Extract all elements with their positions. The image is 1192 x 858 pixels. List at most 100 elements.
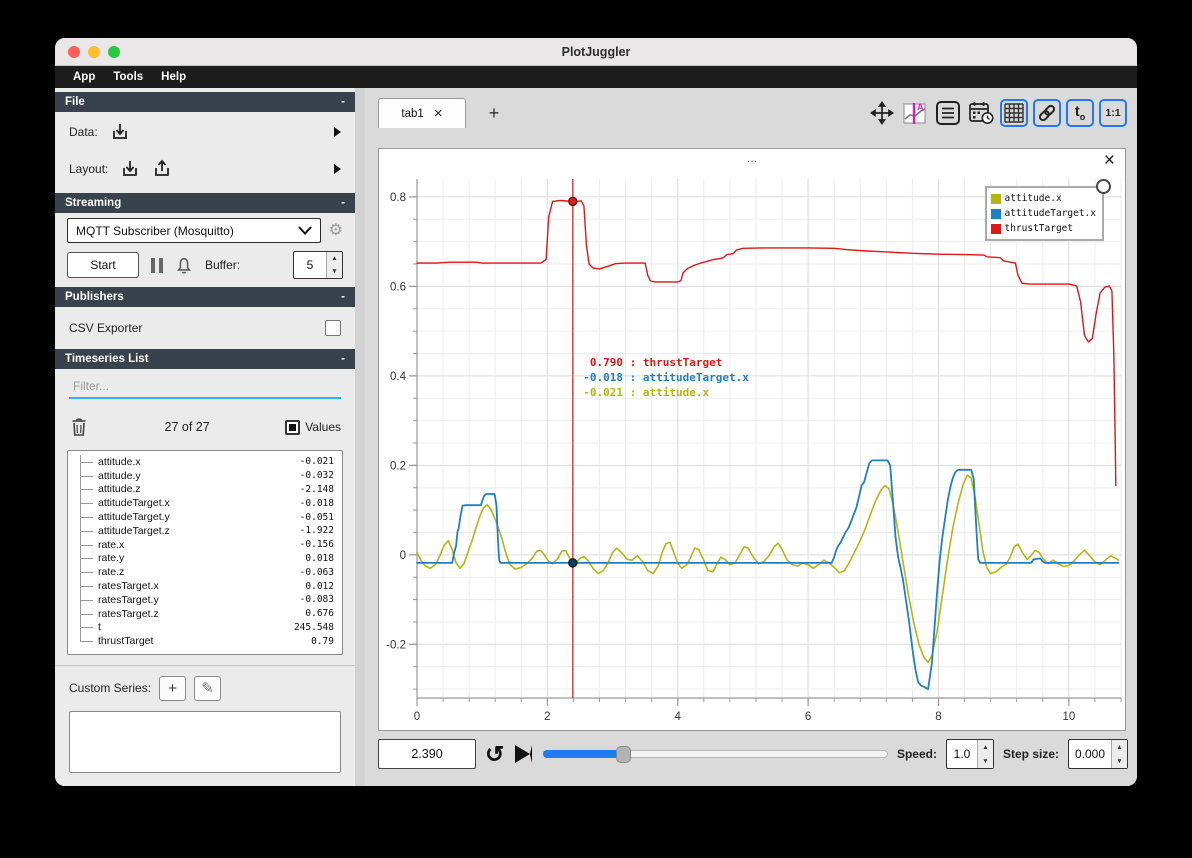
collapse-icon: - (341, 96, 345, 108)
timeseries-item[interactable]: attitude.z -2.148 (68, 482, 342, 497)
section-publishers-label: Publishers (65, 291, 124, 303)
timeseries-item[interactable]: attitudeTarget.x -0.018 (68, 496, 342, 510)
timeseries-item[interactable]: attitudeTarget.y -0.051 (68, 510, 342, 524)
start-streaming-button[interactable]: Start (67, 252, 139, 278)
legend-entry[interactable]: attitude.x (991, 191, 1096, 206)
chart-canvas[interactable]: 0 2 4 6 8 10 -0.2 0 0.2 0.4 0.6 0.8 (379, 173, 1127, 732)
save-layout-button[interactable] (152, 159, 172, 179)
custom-series-list[interactable] (69, 711, 341, 773)
link-icon (1038, 104, 1056, 122)
t0-icon: to (1074, 103, 1086, 122)
link-axes-button[interactable] (1033, 99, 1061, 127)
legend-entry[interactable]: attitudeTarget.x (991, 206, 1096, 221)
chart-legend[interactable]: attitude.x attitudeTarget.x thrustTarget (985, 179, 1111, 241)
calendar-clock-icon (968, 102, 993, 124)
step-down-arrow[interactable]: ▼ (1112, 754, 1127, 768)
plot-panel: ... × 0 2 4 6 8 10 -0.2 0 0.2 0.4 0.6 0.8 attitude.… (378, 148, 1126, 731)
trash-icon[interactable] (69, 416, 89, 438)
curve-style-button[interactable]: A (901, 99, 929, 127)
timeseries-item[interactable]: attitudeTarget.z -1.922 (68, 523, 342, 538)
step-size-spinbox[interactable]: 0.000 ▲ ▼ (1068, 739, 1128, 769)
timeseries-item[interactable]: rate.y 0.018 (68, 551, 342, 566)
layout-menu-arrow-icon[interactable] (334, 164, 341, 174)
edit-custom-series-button[interactable]: ✎ (194, 675, 222, 701)
time-origin-button[interactable]: to (1066, 99, 1094, 127)
grid-layout-button[interactable] (1000, 99, 1028, 127)
timeseries-item[interactable]: ratesTarget.y -0.083 (68, 592, 342, 607)
svg-text:6: 6 (805, 711, 811, 723)
section-header-publishers[interactable]: Publishers - (55, 287, 355, 307)
streaming-source-select[interactable]: MQTT Subscriber (Mosquitto) (67, 218, 321, 243)
sidebar-splitter[interactable] (355, 88, 365, 786)
values-toggle[interactable]: Values (285, 419, 341, 435)
timeseries-item[interactable]: attitude.x -0.021 (68, 455, 342, 469)
buffer-up-arrow[interactable]: ▲ (327, 252, 342, 265)
tab-close-icon[interactable]: × (434, 106, 443, 121)
timeseries-item[interactable]: thrustTarget 0.79 (68, 634, 342, 648)
timeseries-item[interactable]: attitude.y -0.032 (68, 468, 342, 483)
loop-button[interactable]: ↺ (485, 742, 504, 766)
buffer-down-arrow[interactable]: ▼ (327, 265, 342, 278)
data-menu-arrow-icon[interactable] (334, 127, 341, 137)
timeseries-item[interactable]: t 245.548 (68, 620, 342, 635)
speed-up-arrow[interactable]: ▲ (978, 740, 993, 754)
legend-drag-handle[interactable] (1096, 179, 1111, 194)
menu-help[interactable]: Help (153, 71, 194, 83)
slider-handle[interactable] (615, 746, 631, 763)
import-layout-icon (123, 161, 138, 176)
load-data-button[interactable] (110, 122, 130, 142)
time-slider[interactable] (543, 739, 888, 769)
tooltip-row: -0.018 : attitudeTarget.x (583, 371, 749, 384)
app-window: PlotJuggler App Tools Help File - Data: (55, 38, 1137, 786)
chevron-down-icon (297, 226, 312, 235)
data-list-button[interactable] (934, 99, 962, 127)
plot-toolbar: A to 1:1 (868, 98, 1127, 128)
pencil-icon: ✎ (201, 680, 214, 697)
notifications-bell-icon[interactable] (175, 256, 193, 275)
svg-text:0.6: 0.6 (390, 281, 406, 293)
list-icon (936, 101, 960, 125)
menu-tools[interactable]: Tools (105, 71, 151, 83)
speed-value: 1.0 (953, 747, 971, 761)
load-layout-button[interactable] (120, 159, 140, 179)
tooltip-row: 0.790 : thrustTarget (589, 356, 723, 369)
move-tool-button[interactable] (868, 99, 896, 127)
speed-spinbox[interactable]: 1.0 ▲ ▼ (945, 739, 994, 769)
section-file-label: File (65, 96, 85, 108)
svg-text:A: A (917, 102, 924, 112)
data-label: Data: (69, 125, 98, 139)
current-time-field[interactable]: 2.390 (378, 739, 476, 769)
csv-exporter-checkbox[interactable] (325, 320, 341, 336)
plot-close-button[interactable]: × (1104, 151, 1115, 170)
buffer-spinbox[interactable]: 5 ▲ ▼ (293, 251, 343, 279)
series-count: 27 of 27 (164, 420, 210, 434)
svg-text:0.4: 0.4 (390, 371, 407, 383)
pause-icon[interactable] (151, 257, 163, 273)
title-bar: PlotJuggler (55, 38, 1137, 66)
tab-tab1[interactable]: tab1 × (378, 98, 466, 128)
move-arrows-icon (870, 101, 894, 125)
add-tab-button[interactable]: + (478, 98, 510, 128)
timeseries-item[interactable]: rate.z -0.063 (68, 565, 342, 579)
add-custom-series-button[interactable]: + (159, 675, 187, 701)
play-button[interactable] (515, 745, 533, 763)
date-time-button[interactable] (967, 99, 995, 127)
section-header-timeseries[interactable]: Timeseries List - (55, 349, 355, 369)
step-up-arrow[interactable]: ▲ (1112, 740, 1127, 754)
menu-app[interactable]: App (65, 71, 103, 83)
values-checkbox[interactable] (285, 419, 301, 435)
speed-down-arrow[interactable]: ▼ (978, 754, 993, 768)
one-to-one-icon: 1:1 (1105, 107, 1121, 119)
sidebar: File - Data: Layout: Streaming - MQTT Su… (55, 88, 355, 786)
tooltip-row: -0.021 : attitude.x (583, 386, 710, 399)
timeseries-item[interactable]: ratesTarget.z 0.676 (68, 606, 342, 621)
filter-input[interactable] (69, 377, 341, 399)
legend-entry[interactable]: thrustTarget (991, 221, 1096, 236)
ratio-1to1-button[interactable]: 1:1 (1099, 99, 1127, 127)
timeseries-item[interactable]: rate.x -0.156 (68, 537, 342, 552)
section-header-streaming[interactable]: Streaming - (55, 193, 355, 213)
playback-bar: 2.390 ↺ Speed: 1.0 ▲ ▼ Step size: 0.000 … (378, 738, 1128, 770)
section-header-file[interactable]: File - (55, 92, 355, 112)
streaming-settings-gear-icon[interactable]: ⚙ (329, 222, 343, 239)
timeseries-item[interactable]: ratesTarget.x 0.012 (68, 579, 342, 593)
